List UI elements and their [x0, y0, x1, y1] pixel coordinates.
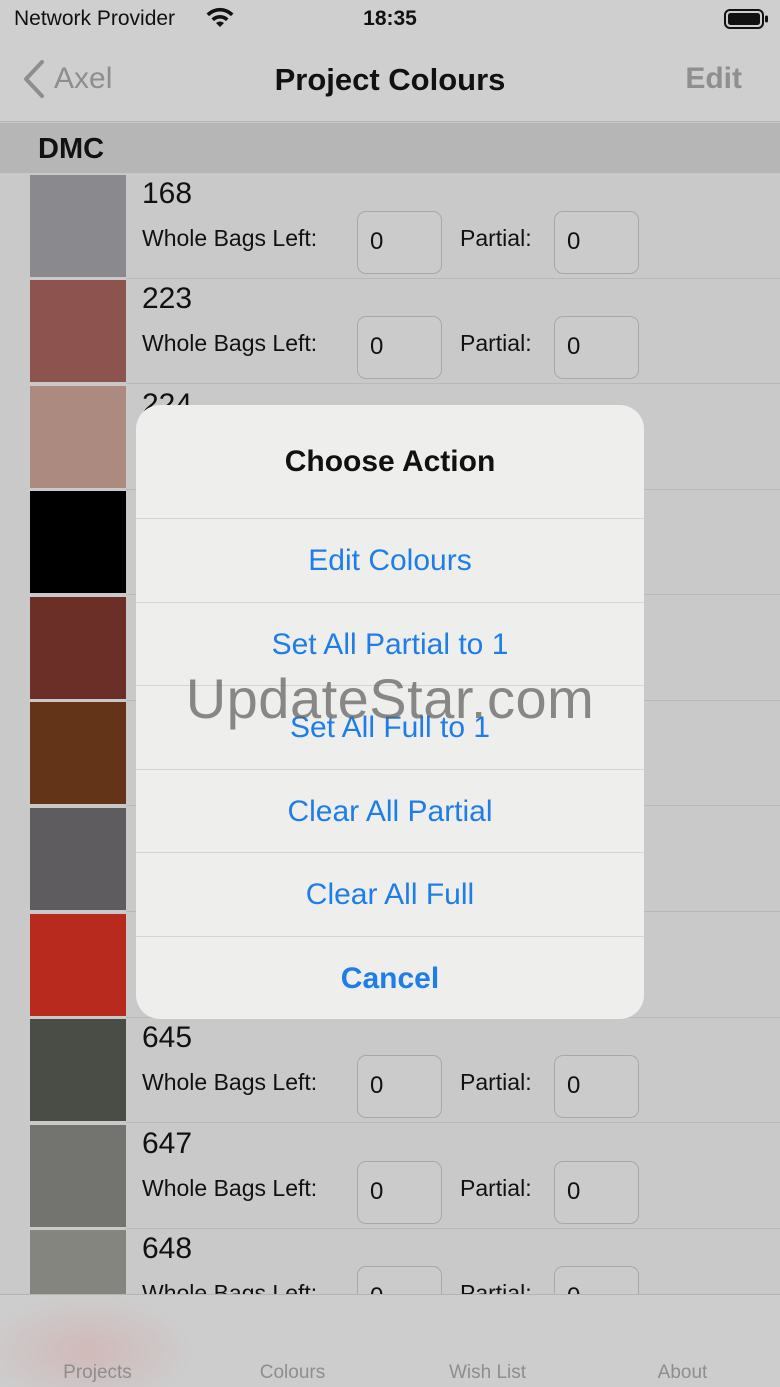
partial-label: Partial:	[460, 225, 532, 251]
clear-all-full-button[interactable]: Clear All Full	[136, 852, 644, 935]
colour-swatch	[30, 808, 126, 910]
colour-swatch	[30, 175, 126, 277]
watermark: UpdateStar.com	[185, 667, 595, 730]
colour-swatch	[30, 491, 126, 593]
partial-field[interactable]: 0	[554, 1055, 639, 1118]
partial-field[interactable]: 0	[554, 1266, 639, 1294]
whole-bags-field[interactable]: 0	[357, 1266, 442, 1294]
partial-label: Partial:	[460, 1280, 532, 1294]
tab-wish-list[interactable]: Wish List	[390, 1362, 585, 1384]
list-item[interactable]: 223 Whole Bags Left: 0 Partial: 0	[0, 278, 780, 384]
colour-swatch	[30, 1125, 126, 1227]
whole-bags-label: Whole Bags Left:	[142, 1069, 318, 1095]
list-item[interactable]: 647 Whole Bags Left: 0 Partial: 0	[0, 1123, 780, 1229]
whole-bags-field[interactable]: 0	[357, 316, 442, 379]
colour-swatch	[30, 386, 126, 488]
edit-button[interactable]: Edit	[685, 62, 742, 96]
colour-code: 647	[142, 1127, 193, 1160]
colour-code: 168	[142, 177, 193, 210]
partial-label: Partial:	[460, 1069, 532, 1095]
colour-swatch	[30, 280, 126, 382]
colour-code: 645	[142, 1021, 193, 1054]
whole-bags-field[interactable]: 0	[357, 1055, 442, 1118]
navigation-bar: Axel Project Colours Edit	[0, 40, 780, 122]
colour-swatch	[30, 1230, 126, 1294]
whole-bags-label: Whole Bags Left:	[142, 1175, 318, 1201]
status-bar: Network Provider 18:35	[0, 0, 780, 40]
partial-field[interactable]: 0	[554, 1161, 639, 1224]
whole-bags-label: Whole Bags Left:	[142, 330, 318, 356]
edit-colours-button[interactable]: Edit Colours	[136, 518, 644, 601]
dialog-title: Choose Action	[284, 445, 496, 478]
tab-projects[interactable]: Projects	[0, 1362, 195, 1384]
whole-bags-field[interactable]: 0	[357, 211, 442, 274]
tab-bar: Projects Colours Wish List About	[0, 1294, 780, 1387]
partial-label: Partial:	[460, 1175, 532, 1201]
colour-code: 223	[142, 282, 193, 315]
colour-code: 648	[142, 1232, 193, 1265]
partial-field[interactable]: 0	[554, 211, 639, 274]
cancel-button[interactable]: Cancel	[136, 936, 644, 1019]
tab-about[interactable]: About	[585, 1362, 780, 1384]
section-header-dmc: DMC	[0, 123, 780, 173]
whole-bags-label: Whole Bags Left:	[142, 225, 318, 251]
colour-swatch	[30, 914, 126, 1016]
tab-colours[interactable]: Colours	[195, 1362, 390, 1384]
partial-label: Partial:	[460, 330, 532, 356]
status-time: 18:35	[363, 7, 417, 30]
list-item[interactable]: 168 Whole Bags Left: 0 Partial: 0	[0, 173, 780, 279]
battery-icon	[724, 9, 768, 29]
whole-bags-field[interactable]: 0	[357, 1161, 442, 1224]
list-item[interactable]: 645 Whole Bags Left: 0 Partial: 0	[0, 1017, 780, 1123]
clear-all-partial-button[interactable]: Clear All Partial	[136, 769, 644, 852]
page-title: Project Colours	[274, 62, 506, 97]
list-item[interactable]: 648 Whole Bags Left: 0 Partial: 0	[0, 1228, 780, 1294]
whole-bags-label: Whole Bags Left:	[142, 1280, 318, 1294]
partial-field[interactable]: 0	[554, 316, 639, 379]
colour-swatch	[30, 1019, 126, 1121]
